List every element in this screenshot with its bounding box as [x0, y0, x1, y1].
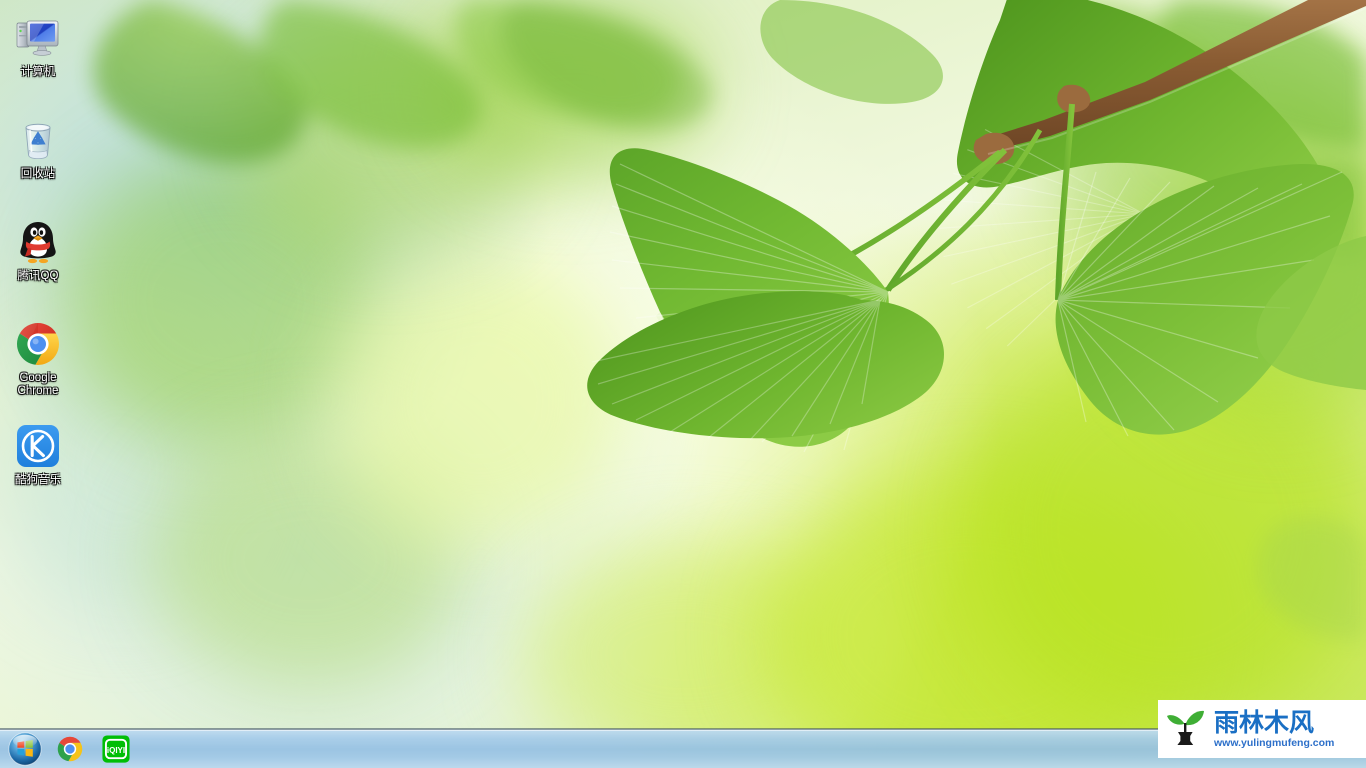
ginkgo-leaf-lower-left	[587, 291, 944, 441]
taskbar-item-iqiyi[interactable]: iQIYI	[98, 733, 134, 765]
desktop-icon-label: 回收站	[20, 168, 56, 180]
desktop-icon-computer[interactable]: 计算机	[0, 14, 76, 79]
watermark-url: www.yulingmufeng.com	[1214, 736, 1335, 749]
computer-icon	[14, 14, 62, 62]
start-button[interactable]	[8, 732, 42, 766]
desktop-icon-google-chrome[interactable]: Google Chrome	[0, 320, 76, 398]
desktop-icon-tencent-qq[interactable]: 腾讯QQ	[0, 218, 76, 283]
kugou-icon	[14, 422, 62, 470]
desktop-icon-label: 计算机	[20, 66, 56, 78]
sprout-tree-logo-icon	[1164, 705, 1208, 754]
desktop-icon-label: 腾讯QQ	[17, 270, 59, 282]
iqiyi-label: iQIYI	[107, 746, 125, 755]
ginkgo-leaf-top-center	[760, 0, 943, 104]
wallpaper-ginkgo-leaves	[587, 0, 1366, 453]
taskbar-item-chrome[interactable]	[52, 733, 88, 765]
desktop-icon-label: Google Chrome	[17, 372, 59, 397]
desktop[interactable]: 计算机 回收站 腾讯QQ Google Chrome 酷狗音乐 iQIYI 雨林…	[0, 0, 1366, 768]
qq-penguin-icon	[14, 218, 62, 266]
chrome-icon	[14, 320, 62, 368]
recycle-bin-icon	[14, 116, 62, 164]
watermark-panel: 雨林木风 www.yulingmufeng.com	[1158, 700, 1366, 758]
desktop-icon-label: 酷狗音乐	[15, 474, 61, 486]
desktop-icon-kugou-music[interactable]: 酷狗音乐	[0, 422, 76, 487]
desktop-icon-recycle-bin[interactable]: 回收站	[0, 116, 76, 181]
watermark-title: 雨林木风	[1214, 707, 1315, 737]
